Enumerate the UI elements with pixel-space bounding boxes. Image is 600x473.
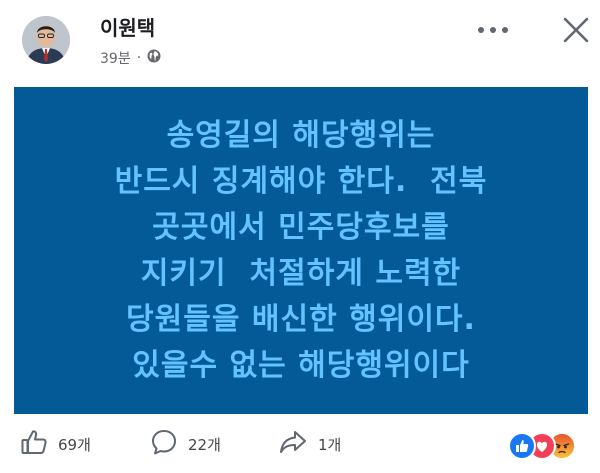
banner-line: 있을수 없는 해당행위이다: [132, 347, 470, 383]
post-timestamp[interactable]: 39분: [100, 48, 131, 68]
post-meta: 39분 ·: [100, 48, 161, 68]
globe-icon: [147, 49, 161, 67]
thumbs-up-icon: [20, 428, 58, 460]
comment-count: 22개: [188, 435, 221, 454]
like-button[interactable]: 69개: [20, 428, 91, 460]
post-text-banner: 송영길의 해당행위는 반드시 징계해야 한다. 전북 곳곳에서 민주당후보를 지…: [14, 87, 588, 414]
close-icon[interactable]: [560, 14, 592, 46]
post-header: 이원택 39분 ·: [0, 0, 600, 86]
meta-separator: ·: [136, 50, 142, 66]
avatar[interactable]: [22, 16, 70, 64]
banner-line: 당원들을 배신한 행위이다.: [126, 301, 476, 337]
banner-line: 반드시 징계해야 한다. 전북: [114, 163, 488, 199]
share-icon: [278, 428, 318, 460]
reactions-summary[interactable]: [508, 432, 592, 460]
banner-line: 곳곳에서 민주당후보를: [152, 209, 450, 245]
banner-line: 지키기 처절하게 노력한: [140, 255, 462, 291]
like-count: 69개: [58, 435, 91, 454]
comment-icon: [150, 428, 188, 460]
post-action-bar: 69개 22개 1개: [0, 420, 600, 470]
share-count: 1개: [318, 435, 342, 454]
like-reaction-icon: [508, 432, 536, 460]
comment-button[interactable]: 22개: [150, 428, 221, 460]
banner-line: 송영길의 해당행위는: [166, 117, 436, 153]
post-author-name[interactable]: 이원택: [100, 12, 155, 41]
share-button[interactable]: 1개: [278, 428, 341, 460]
more-options-icon[interactable]: [478, 20, 508, 40]
